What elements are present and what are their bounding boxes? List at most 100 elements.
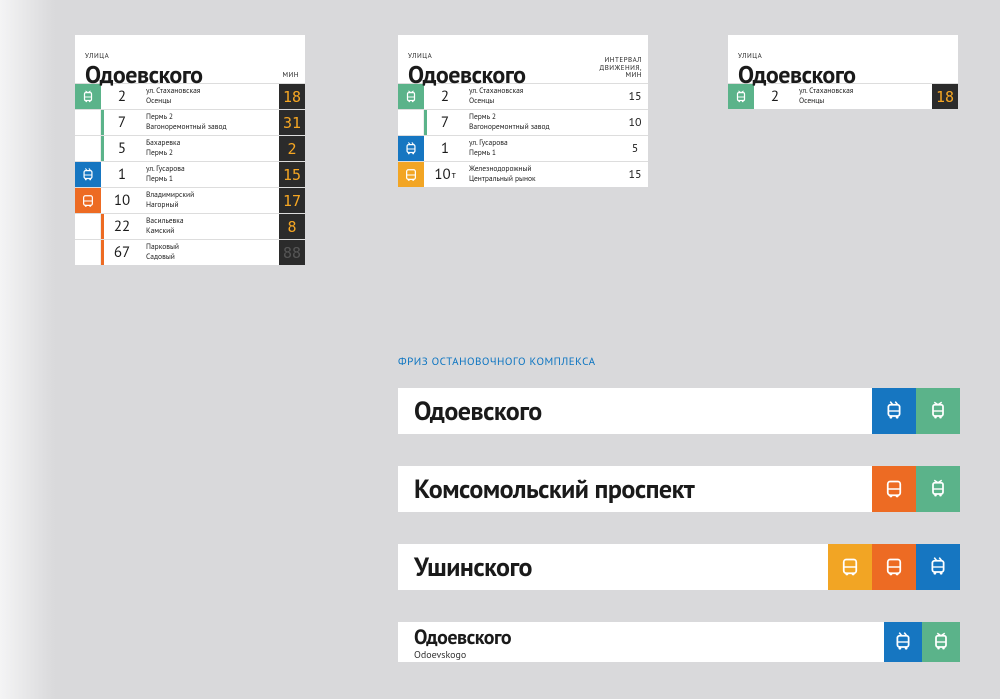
dest-line-2: Осенцы — [146, 97, 279, 107]
route-destinations: ЖелезнодорожныйЦентральный рынок — [463, 162, 622, 187]
arrival-time: 18 — [932, 84, 958, 109]
route-destinations: Пермь 2Вагоноремонтный завод — [140, 110, 279, 135]
route-number: 22 — [104, 214, 140, 239]
section-heading-frieze: ФРИЗ ОСТАНОВОЧНОГО КОМПЛЕКСА — [398, 355, 596, 369]
timetable-panel-3: УЛИЦА Одоевского 2ул. СтахановскаяОсенцы… — [728, 35, 958, 109]
route-row: 10тЖелезнодорожныйЦентральный рынок15 — [398, 161, 648, 187]
dest-line-2: Пермь 2 — [146, 149, 279, 159]
frieze-icon-box — [828, 544, 872, 590]
frieze-label: Ушинского — [398, 544, 828, 590]
tram-icon — [734, 90, 748, 104]
route-type-icon-cell — [75, 162, 101, 187]
trolley-icon — [928, 557, 948, 577]
route-row: 5БахаревкаПермь 22 — [75, 135, 305, 161]
trolley-icon — [81, 168, 95, 182]
route-row: 1ул. ГусароваПермь 115 — [75, 161, 305, 187]
route-row: 67ПарковыйСадовый88 — [75, 239, 305, 265]
dest-line-2: Пермь 1 — [469, 149, 622, 159]
route-number: 1 — [427, 136, 463, 161]
tram-icon — [931, 632, 951, 652]
arrival-time: 18 — [279, 84, 305, 109]
frieze-bar: ОдоевскогоOdoevskogo — [398, 622, 960, 662]
bus-icon — [840, 557, 860, 577]
frieze-title: Одоевского — [414, 395, 872, 428]
route-type-icon-blank — [398, 110, 424, 135]
trolley-icon — [404, 142, 418, 156]
route-number: 5 — [104, 136, 140, 161]
route-number: 1 — [104, 162, 140, 187]
route-type-icon-blank — [75, 214, 101, 239]
bus-icon — [404, 168, 418, 182]
stop-title: Одоевского — [738, 63, 948, 87]
frieze-icon-box — [884, 622, 922, 662]
route-destinations: ул. ГусароваПермь 1 — [140, 162, 279, 187]
frieze-title: Комсомольский проспект — [414, 473, 872, 506]
arrival-time: 88 — [279, 240, 305, 265]
arrival-time: 15 — [279, 162, 305, 187]
route-type-icon-cell — [75, 188, 101, 213]
trolley-icon — [893, 632, 913, 652]
frieze-icon-box — [872, 388, 916, 434]
frieze-bar: Одоевского — [398, 388, 960, 434]
tram-icon — [81, 90, 95, 104]
timetable-panel-2: УЛИЦА Одоевского ИНТЕРВАЛ ДВИЖЕНИЯ, МИН … — [398, 35, 648, 187]
route-type-icon-blank — [75, 240, 101, 265]
arrival-time: 10 — [622, 110, 648, 135]
frieze-label: Одоевского — [398, 388, 872, 434]
route-destinations: ПарковыйСадовый — [140, 240, 279, 265]
frieze-icon-box — [916, 388, 960, 434]
trolley-icon — [884, 401, 904, 421]
route-number: 7 — [104, 110, 140, 135]
frieze-label: Комсомольский проспект — [398, 466, 872, 512]
dest-line-2: Осенцы — [799, 97, 932, 107]
route-destinations: Пермь 2Вагоноремонтный завод — [463, 110, 622, 135]
frieze-subtitle: Odoevskogo — [414, 648, 884, 661]
dest-line-2: Осенцы — [469, 97, 622, 107]
dest-line-2: Центральный рынок — [469, 175, 622, 185]
arrival-time: 15 — [622, 84, 648, 109]
tram-icon — [404, 90, 418, 104]
route-destinations: ул. ГусароваПермь 1 — [463, 136, 622, 161]
dest-line-2: Вагоноремонтный завод — [469, 123, 622, 133]
route-type-icon-blank — [75, 110, 101, 135]
frieze-icon-box — [872, 544, 916, 590]
route-number-suffix: т — [452, 168, 456, 181]
route-row: 10ВладимирскийНагорный17 — [75, 187, 305, 213]
dest-line-2: Садовый — [146, 253, 279, 263]
dest-line-2: Камский — [146, 227, 279, 237]
arrival-time: 2 — [279, 136, 305, 161]
arrival-time: 5 — [622, 136, 648, 161]
frieze-bar: Комсомольский проспект — [398, 466, 960, 512]
route-number: 10т — [427, 162, 463, 187]
frieze-icon-box — [872, 466, 916, 512]
route-destinations: ВасильевкаКамский — [140, 214, 279, 239]
route-type-icon-blank — [75, 136, 101, 161]
bus-icon — [884, 557, 904, 577]
route-row: 22ВасильевкаКамский8 — [75, 213, 305, 239]
route-type-icon-cell — [398, 136, 424, 161]
frieze-icon-box — [922, 622, 960, 662]
frieze-bar: Ушинского — [398, 544, 960, 590]
route-row: 1ул. ГусароваПермь 15 — [398, 135, 648, 161]
bus-icon — [81, 194, 95, 208]
arrival-time: 17 — [279, 188, 305, 213]
arrival-time: 8 — [279, 214, 305, 239]
dest-line-2: Пермь 1 — [146, 175, 279, 185]
min-label: МИН — [282, 70, 299, 79]
route-row: 7Пермь 2Вагоноремонтный завод10 — [398, 109, 648, 135]
interval-label: ИНТЕРВАЛ ДВИЖЕНИЯ, МИН — [592, 56, 642, 79]
route-type-icon-cell — [398, 162, 424, 187]
route-number: 7 — [427, 110, 463, 135]
page-binding-edge — [0, 0, 55, 699]
frieze-label: ОдоевскогоOdoevskogo — [398, 622, 884, 662]
route-destinations: ВладимирскийНагорный — [140, 188, 279, 213]
route-destinations: БахаревкаПермь 2 — [140, 136, 279, 161]
arrival-time: 15 — [622, 162, 648, 187]
tram-icon — [928, 479, 948, 499]
route-number: 67 — [104, 240, 140, 265]
route-row: 7Пермь 2Вагоноремонтный завод31 — [75, 109, 305, 135]
frieze-title: Одоевского — [414, 624, 884, 650]
route-number: 10 — [104, 188, 140, 213]
frieze-icon-box — [916, 544, 960, 590]
dest-line-2: Нагорный — [146, 201, 279, 211]
